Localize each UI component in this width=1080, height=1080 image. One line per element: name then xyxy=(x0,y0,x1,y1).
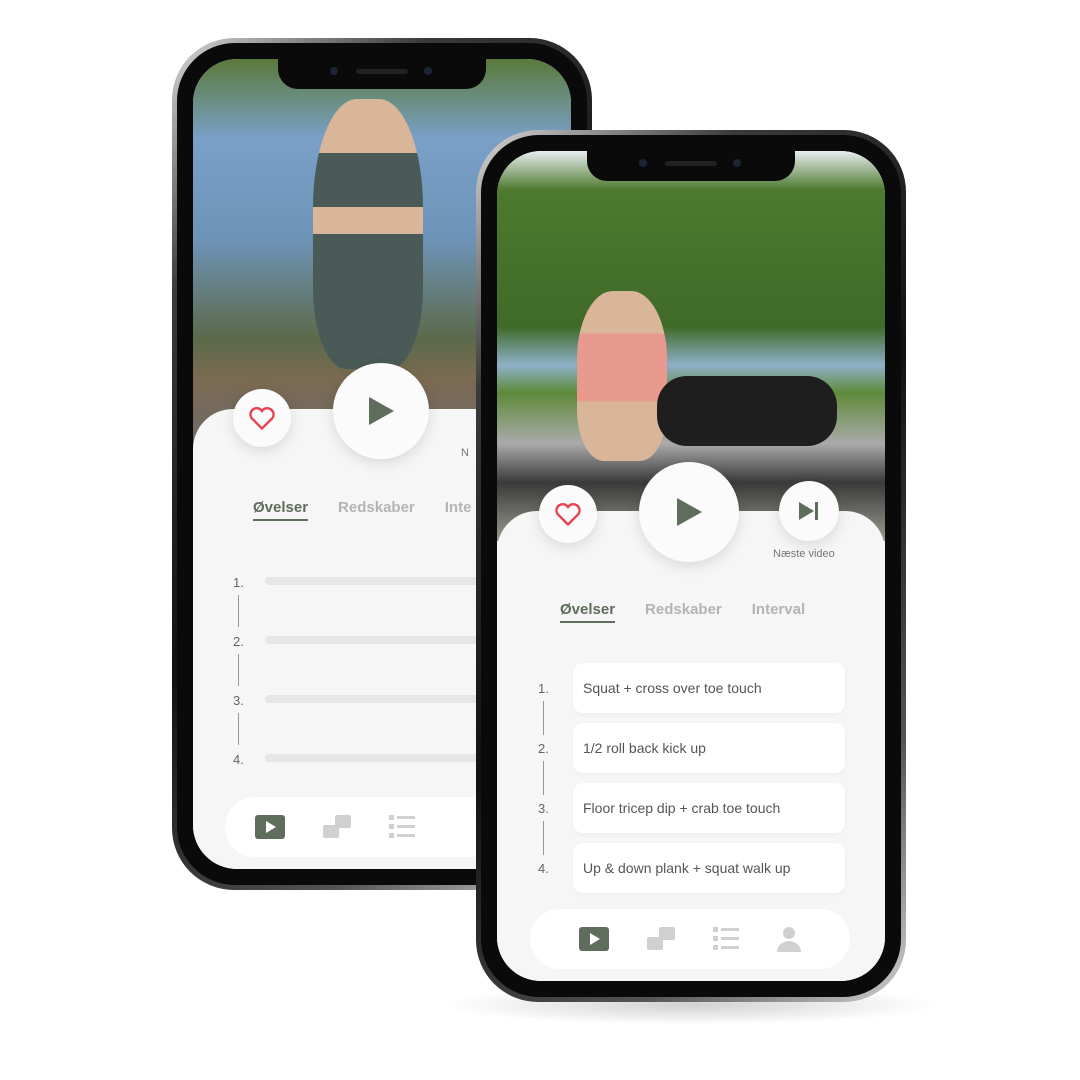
next-video-label: N xyxy=(461,447,469,459)
tab-interval[interactable]: Inte xyxy=(445,499,472,521)
exercise-item[interactable]: Floor tricep dip + crab toe touch xyxy=(573,783,845,833)
play-button[interactable] xyxy=(639,462,739,562)
play-icon xyxy=(677,498,702,526)
step-number: 3. xyxy=(538,801,549,816)
tab-bar: Øvelser Redskaber Inte xyxy=(253,499,471,521)
play-button[interactable] xyxy=(333,363,429,459)
play-icon xyxy=(369,397,394,425)
tab-redskaber[interactable]: Redskaber xyxy=(645,601,722,623)
heart-icon xyxy=(555,503,581,527)
skip-next-icon xyxy=(799,502,818,520)
step-number: 3. xyxy=(233,693,244,708)
step-number: 1. xyxy=(233,575,244,590)
exercise-placeholder xyxy=(265,754,485,762)
profile-icon[interactable] xyxy=(777,926,801,952)
front-screen: Næste video Øvelser Redskaber Interval 1… xyxy=(497,151,885,981)
tab-ovelser[interactable]: Øvelser xyxy=(253,499,309,521)
step-number: 2. xyxy=(538,741,549,756)
front-phone: Næste video Øvelser Redskaber Interval 1… xyxy=(476,130,906,1002)
notch xyxy=(278,59,486,89)
favorite-button[interactable] xyxy=(233,389,291,447)
tab-redskaber[interactable]: Redskaber xyxy=(338,499,415,521)
tab-bar: Øvelser Redskaber Interval xyxy=(560,601,805,623)
play-icon[interactable] xyxy=(255,815,285,839)
connector xyxy=(238,713,239,745)
connector xyxy=(543,701,544,735)
exercise-placeholder xyxy=(265,695,485,703)
tab-ovelser[interactable]: Øvelser xyxy=(560,601,616,623)
exercise-item[interactable]: Squat + cross over toe touch xyxy=(573,663,845,713)
heart-icon xyxy=(249,407,275,431)
videos-icon[interactable] xyxy=(323,815,351,839)
connector xyxy=(543,821,544,855)
exercise-placeholder xyxy=(265,577,485,585)
next-video-button[interactable] xyxy=(779,481,839,541)
list-icon[interactable] xyxy=(389,815,415,839)
bottom-nav xyxy=(530,909,850,969)
next-video-label: Næste video xyxy=(773,548,835,560)
favorite-button[interactable] xyxy=(539,485,597,543)
videos-icon[interactable] xyxy=(647,927,675,951)
connector xyxy=(238,595,239,627)
step-number: 4. xyxy=(233,752,244,767)
exercise-placeholder xyxy=(265,636,485,644)
connector xyxy=(543,761,544,795)
step-number: 4. xyxy=(538,861,549,876)
tab-interval[interactable]: Interval xyxy=(752,601,805,623)
notch xyxy=(587,151,795,181)
exercise-item[interactable]: 1/2 roll back kick up xyxy=(573,723,845,773)
step-number: 1. xyxy=(538,681,549,696)
list-icon[interactable] xyxy=(713,927,739,951)
step-number: 2. xyxy=(233,634,244,649)
connector xyxy=(238,654,239,686)
exercise-item[interactable]: Up & down plank + squat walk up xyxy=(573,843,845,893)
play-icon[interactable] xyxy=(579,927,609,951)
